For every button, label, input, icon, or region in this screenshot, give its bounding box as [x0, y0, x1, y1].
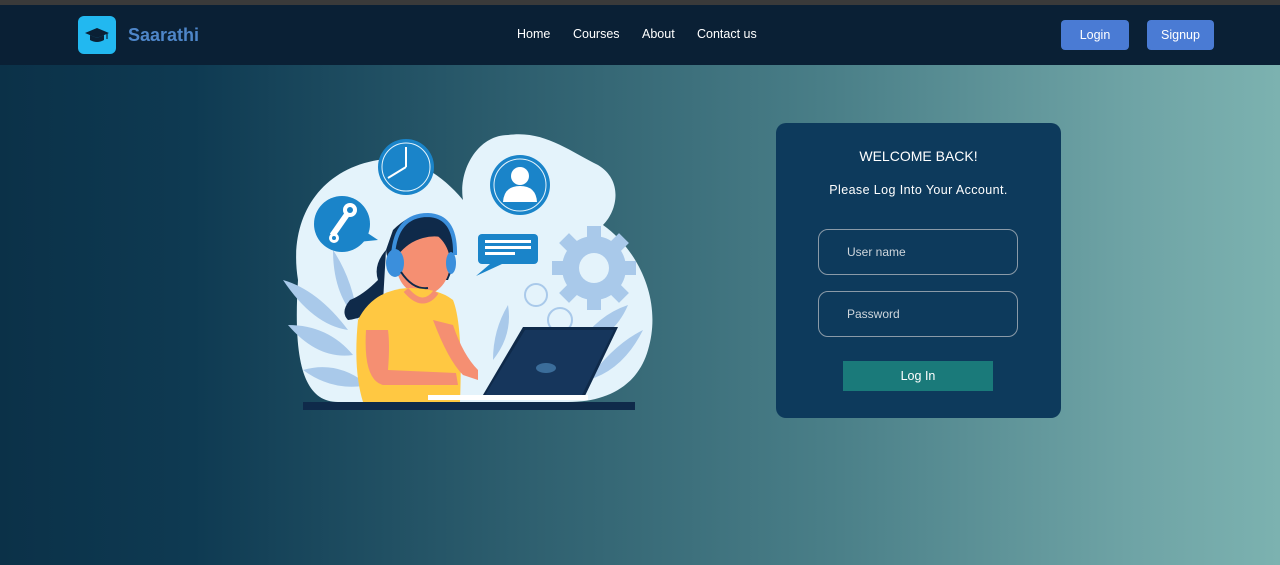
login-subtitle: Please Log Into Your Account. [829, 183, 1008, 197]
username-input[interactable] [818, 229, 1018, 275]
navbar: Saarathi Home Courses About Contact us L… [0, 5, 1280, 65]
password-input[interactable] [818, 291, 1018, 337]
nav-about[interactable]: About [642, 27, 675, 41]
clock-icon [378, 139, 434, 195]
desk [303, 402, 635, 410]
nav-home[interactable]: Home [517, 27, 550, 41]
login-button[interactable]: Login [1061, 20, 1129, 50]
login-card: WELCOME BACK! Please Log Into Your Accou… [776, 123, 1061, 418]
submit-login-button[interactable]: Log In [843, 361, 993, 391]
graduation-cap-icon [85, 28, 109, 42]
nav-contact[interactable]: Contact us [697, 27, 757, 41]
nav-courses[interactable]: Courses [573, 27, 620, 41]
logo[interactable] [78, 16, 116, 54]
support-illustration [278, 130, 658, 415]
gear-icon [552, 226, 636, 310]
user-icon [490, 155, 550, 215]
signup-button[interactable]: Signup [1147, 20, 1214, 50]
brand-name[interactable]: Saarathi [128, 25, 199, 46]
welcome-title: WELCOME BACK! [859, 148, 978, 164]
